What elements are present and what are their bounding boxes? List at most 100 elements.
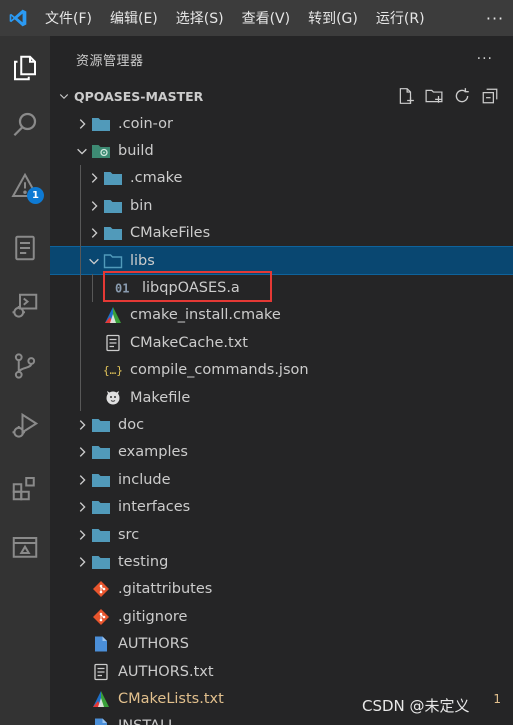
explorer-icon[interactable] bbox=[0, 42, 50, 94]
tree-row[interactable]: examples bbox=[50, 439, 513, 466]
twistie-spacer bbox=[98, 280, 114, 296]
folder-icon bbox=[102, 168, 124, 188]
chevron-right-icon[interactable] bbox=[74, 116, 90, 132]
tree-row-label: .coin-or bbox=[118, 115, 174, 132]
tree-row[interactable]: doc bbox=[50, 411, 513, 438]
search-icon[interactable] bbox=[0, 98, 50, 150]
tree-row-label: src bbox=[118, 526, 140, 543]
tree-row[interactable]: CMakeCache.txt bbox=[50, 329, 513, 356]
debug-console-icon[interactable] bbox=[0, 280, 50, 332]
folder-icon bbox=[90, 470, 112, 490]
tree-row-label: .gitattributes bbox=[118, 581, 213, 598]
folder-icon bbox=[102, 196, 124, 216]
tree-row[interactable]: {…} compile_commands.json bbox=[50, 357, 513, 384]
workspace-name: QPOASES-MASTER bbox=[74, 88, 204, 104]
menu-file[interactable]: 文件(F) bbox=[36, 0, 101, 36]
tree-row-label: libs bbox=[130, 252, 155, 269]
new-file-icon[interactable] bbox=[395, 85, 417, 107]
chevron-right-icon[interactable] bbox=[74, 417, 90, 433]
indent-guide bbox=[92, 274, 93, 302]
cmake-icon bbox=[102, 305, 124, 325]
cmake-icon bbox=[90, 689, 112, 709]
tree-row[interactable]: Makefile bbox=[50, 384, 513, 411]
menu-go[interactable]: 转到(G) bbox=[299, 0, 367, 36]
tree-row[interactable]: 01 libqpOASES.a bbox=[50, 274, 513, 301]
twistie-spacer bbox=[86, 307, 102, 323]
tree-row[interactable]: interfaces bbox=[50, 493, 513, 520]
activity-bar: 1 bbox=[0, 36, 50, 725]
tree-row[interactable]: .coin-or bbox=[50, 110, 513, 137]
menu-view[interactable]: 查看(V) bbox=[233, 0, 300, 36]
svg-text:01: 01 bbox=[115, 282, 129, 296]
tree-row-label: cmake_install.cmake bbox=[130, 307, 281, 324]
chevron-right-icon[interactable] bbox=[74, 499, 90, 515]
tree-row-label: AUTHORS bbox=[118, 636, 189, 653]
folder-icon bbox=[102, 223, 124, 243]
chevron-right-icon[interactable] bbox=[86, 225, 102, 241]
tree-row[interactable]: CMakeFiles bbox=[50, 220, 513, 247]
chevron-right-icon[interactable] bbox=[86, 170, 102, 186]
file-icon bbox=[90, 716, 112, 725]
menu-bar: 文件(F) 编辑(E) 选择(S) 查看(V) 转到(G) 运行(R) ··· bbox=[0, 0, 513, 36]
chevron-down-icon[interactable] bbox=[86, 253, 102, 269]
vscode-logo-icon bbox=[0, 0, 36, 36]
folder-icon bbox=[90, 114, 112, 134]
problems-badge: 1 bbox=[27, 187, 44, 204]
extensions-icon[interactable] bbox=[0, 462, 50, 514]
new-folder-icon[interactable] bbox=[423, 85, 445, 107]
chevron-right-icon[interactable] bbox=[74, 444, 90, 460]
folder-icon bbox=[90, 525, 112, 545]
tree-row-label: .gitignore bbox=[118, 608, 188, 625]
tree-row[interactable]: testing bbox=[50, 548, 513, 575]
menu-more-button[interactable]: ··· bbox=[477, 9, 513, 28]
notebook-icon[interactable] bbox=[0, 222, 50, 274]
remote-explorer-icon[interactable] bbox=[0, 522, 50, 574]
tree-row-label: doc bbox=[118, 416, 145, 433]
tree-row-label: CMakeLists.txt bbox=[118, 690, 224, 707]
twistie-spacer bbox=[74, 581, 90, 597]
makefile-icon bbox=[102, 388, 124, 408]
menu-selection[interactable]: 选择(S) bbox=[167, 0, 233, 36]
twistie-spacer bbox=[74, 636, 90, 652]
menu-run[interactable]: 运行(R) bbox=[367, 0, 434, 36]
tree-row[interactable]: AUTHORS bbox=[50, 630, 513, 657]
tree-row[interactable]: src bbox=[50, 521, 513, 548]
twistie-spacer bbox=[86, 362, 102, 378]
tree-row-label: build bbox=[118, 143, 154, 160]
twistie-spacer bbox=[74, 609, 90, 625]
twistie-spacer bbox=[74, 718, 90, 725]
source-control-icon[interactable] bbox=[0, 340, 50, 392]
tree-row[interactable]: .gitignore bbox=[50, 603, 513, 630]
workspace-section-header[interactable]: QPOASES-MASTER bbox=[50, 82, 513, 110]
twistie-spacer bbox=[74, 691, 90, 707]
tree-row-label: bin bbox=[130, 197, 153, 214]
tree-row-label: CMakeCache.txt bbox=[130, 334, 248, 351]
chevron-right-icon[interactable] bbox=[74, 554, 90, 570]
chevron-right-icon[interactable] bbox=[86, 198, 102, 214]
tree-row[interactable]: bin bbox=[50, 192, 513, 219]
tree-row[interactable]: AUTHORS.txt bbox=[50, 658, 513, 685]
chevron-right-icon[interactable] bbox=[74, 472, 90, 488]
menu-edit[interactable]: 编辑(E) bbox=[101, 0, 167, 36]
refresh-icon[interactable] bbox=[451, 85, 473, 107]
tree-row[interactable]: cmake_install.cmake bbox=[50, 302, 513, 329]
tree-row-label: CMakeFiles bbox=[130, 225, 211, 242]
tree-row[interactable]: libs bbox=[50, 245, 513, 276]
twistie-spacer bbox=[86, 390, 102, 406]
explorer-more-button[interactable]: ··· bbox=[477, 51, 493, 67]
chevron-down-icon[interactable] bbox=[74, 143, 90, 159]
tree-row[interactable]: .gitattributes bbox=[50, 576, 513, 603]
tree-row-label: interfaces bbox=[118, 499, 191, 516]
explorer-title: 资源管理器 bbox=[76, 53, 144, 69]
tree-row[interactable]: build bbox=[50, 137, 513, 164]
explorer-sidebar: 资源管理器 ··· QPOASES-MASTER .coin-or build .c… bbox=[50, 36, 513, 725]
tree-row-label: INSTALL bbox=[118, 718, 176, 725]
run-debug-icon[interactable] bbox=[0, 400, 50, 452]
chevron-right-icon[interactable] bbox=[74, 527, 90, 543]
tree-row[interactable]: include bbox=[50, 466, 513, 493]
problems-icon[interactable]: 1 bbox=[0, 160, 50, 212]
tree-row[interactable]: .cmake bbox=[50, 165, 513, 192]
git-icon bbox=[90, 607, 112, 627]
chevron-down-icon[interactable] bbox=[50, 90, 74, 102]
collapse-all-icon[interactable] bbox=[479, 85, 501, 107]
